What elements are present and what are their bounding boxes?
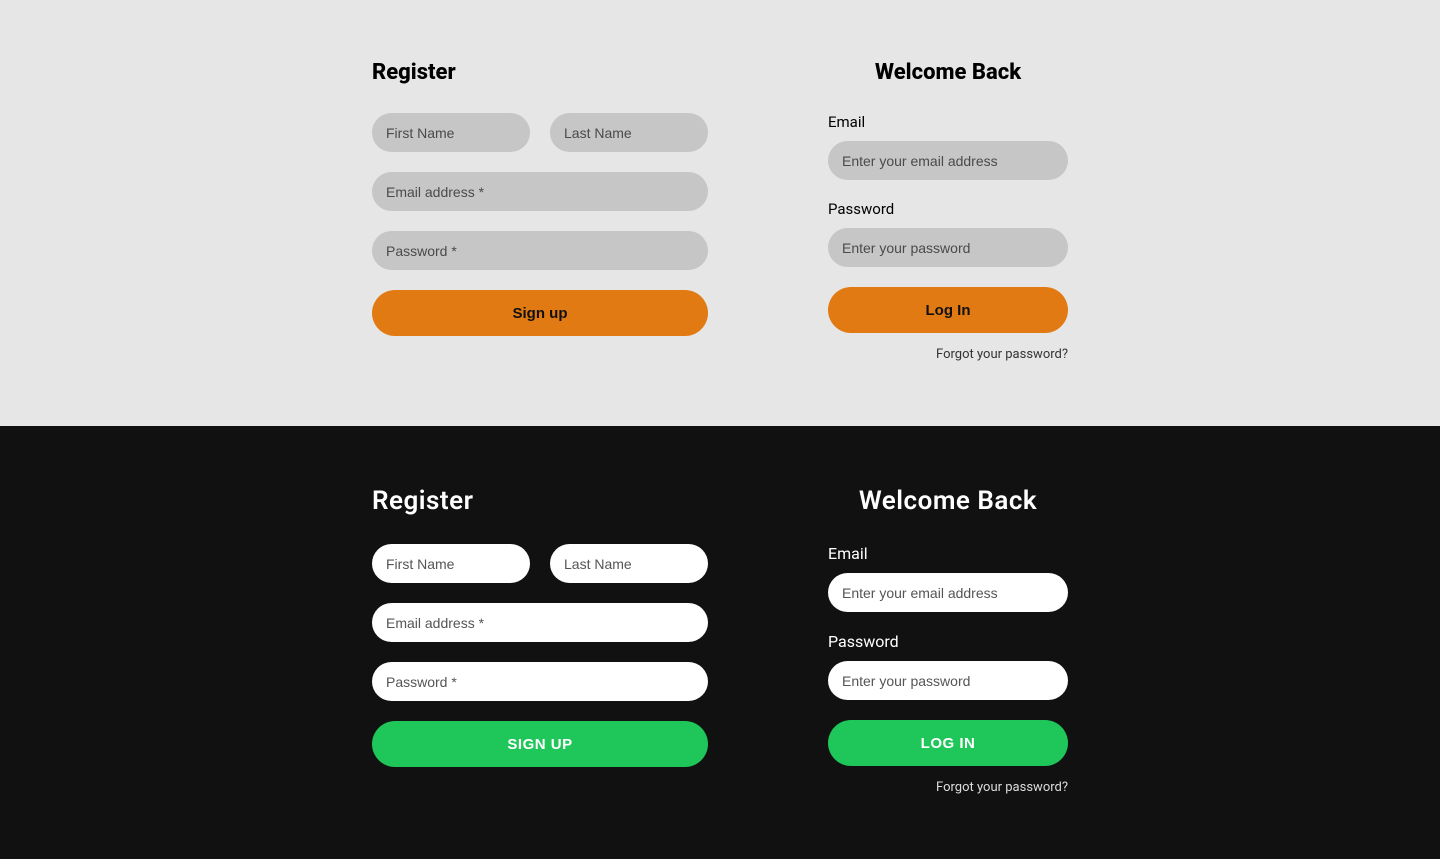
login-email-input[interactable] [828, 573, 1068, 612]
login-form-dark: Welcome Back Email Password LOG IN Forgo… [828, 486, 1068, 795]
first-name-input[interactable] [372, 544, 530, 583]
section-dark: Register SIGN UP Welcome Back Email Pass… [0, 426, 1440, 859]
signup-button[interactable]: Sign up [372, 290, 708, 336]
login-email-label: Email [828, 113, 1068, 131]
register-title: Register [372, 60, 708, 85]
login-title: Welcome Back [828, 486, 1068, 516]
register-form-light: Register Sign up [372, 60, 708, 362]
login-password-input[interactable] [828, 228, 1068, 267]
first-name-input[interactable] [372, 113, 530, 152]
login-email-input[interactable] [828, 141, 1068, 180]
login-button[interactable]: Log In [828, 287, 1068, 333]
register-title: Register [372, 486, 708, 516]
login-password-input[interactable] [828, 661, 1068, 700]
login-title: Welcome Back [828, 60, 1068, 85]
login-form-light: Welcome Back Email Password Log In Forgo… [828, 60, 1068, 362]
last-name-input[interactable] [550, 544, 708, 583]
register-form-dark: Register SIGN UP [372, 486, 708, 795]
signup-button[interactable]: SIGN UP [372, 721, 708, 767]
login-password-label: Password [828, 632, 1068, 651]
login-email-label: Email [828, 544, 1068, 563]
last-name-input[interactable] [550, 113, 708, 152]
forgot-password-link[interactable]: Forgot your password? [828, 347, 1068, 362]
register-password-input[interactable] [372, 662, 708, 701]
register-email-input[interactable] [372, 172, 708, 211]
register-password-input[interactable] [372, 231, 708, 270]
login-button[interactable]: LOG IN [828, 720, 1068, 766]
forgot-password-link[interactable]: Forgot your password? [828, 780, 1068, 795]
register-email-input[interactable] [372, 603, 708, 642]
login-password-label: Password [828, 200, 1068, 218]
section-light: Register Sign up Welcome Back Email Pass… [0, 0, 1440, 426]
